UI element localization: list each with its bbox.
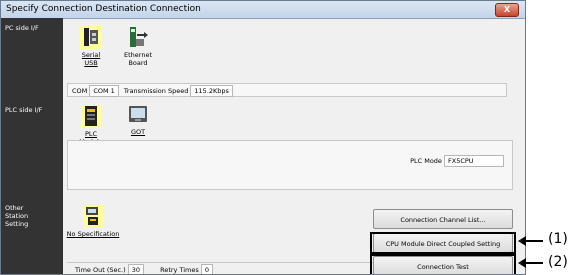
- plc-mode-panel: PLC Mode FX5CPU: [67, 140, 513, 190]
- plc-item-got[interactable]: GOT: [114, 104, 162, 136]
- timeout-retry-row: Time Out (Sec.) 30 Retry Times 0: [67, 262, 375, 274]
- transmission-speed-field[interactable]: 115.2Kbps: [190, 85, 233, 97]
- no-specification-icon: [83, 205, 103, 227]
- no-specification-label: No Specification: [66, 230, 120, 238]
- timeout-field[interactable]: 30: [127, 264, 145, 274]
- connection-channel-list-button[interactable]: Connection Channel List...: [373, 209, 513, 229]
- side-label-pane: PC side I/F PLC side I/F Other Station S…: [1, 18, 63, 274]
- plc-item-got-label: GOT: [130, 128, 146, 136]
- other-station-label: Other Station Setting: [5, 204, 29, 228]
- plc-side-label: PLC side I/F: [5, 106, 43, 114]
- plc-mode-label: PLC Mode: [410, 157, 442, 165]
- pc-side-label: PC side I/F: [5, 24, 39, 32]
- retry-field[interactable]: 0: [200, 264, 213, 274]
- com-label: COM: [72, 87, 88, 95]
- com-port-field[interactable]: COM 1: [89, 85, 119, 97]
- close-button[interactable]: X: [495, 3, 519, 17]
- timeout-label: Time Out (Sec.): [75, 266, 126, 274]
- plc-mode-group: PLC Mode FX5CPU: [410, 155, 504, 167]
- callout-label-1: (1): [548, 231, 568, 247]
- callout-box-1: [370, 232, 516, 254]
- com-settings-row: COM COM 1 Transmission Speed 115.2Kbps: [67, 83, 507, 97]
- plc-module-icon: [81, 105, 101, 127]
- window-title: Specify Connection Destination Connectio…: [6, 4, 201, 14]
- callout-arrow-1: [525, 240, 543, 242]
- got-icon: [129, 106, 147, 122]
- pc-item-serial-usb-label: Serial USB: [81, 51, 101, 67]
- pc-item-ethernet-board-label: Ethernet Board: [124, 51, 152, 67]
- title-bar[interactable]: Specify Connection Destination Connectio…: [1, 1, 525, 19]
- transmission-speed-label: Transmission Speed: [123, 87, 189, 95]
- serial-usb-icon: [80, 25, 102, 49]
- retry-label: Retry Times: [160, 266, 199, 274]
- pc-item-ethernet-board[interactable]: Ethernet Board: [114, 25, 162, 67]
- pc-item-serial-usb[interactable]: Serial USB: [67, 25, 115, 67]
- other-station-no-specification[interactable]: No Specification: [63, 204, 123, 238]
- ethernet-board-icon: [130, 27, 148, 47]
- callout-label-2: (2): [548, 254, 568, 270]
- callout-arrow-2: [525, 262, 543, 264]
- callout-box-2: [370, 254, 516, 274]
- dialog-window: Specify Connection Destination Connectio…: [0, 0, 526, 275]
- plc-mode-field[interactable]: FX5CPU: [444, 155, 504, 167]
